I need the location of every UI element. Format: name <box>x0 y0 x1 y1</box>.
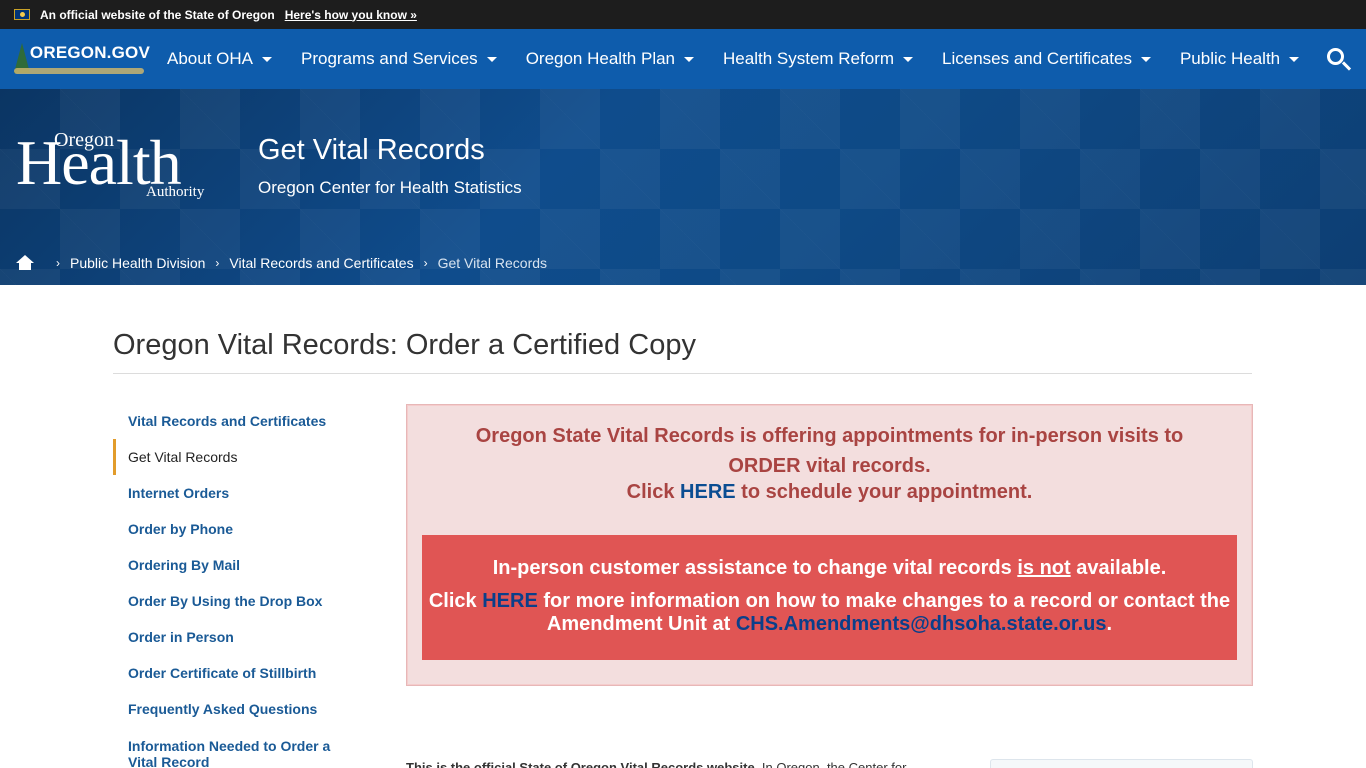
breadcrumb-current: Get Vital Records <box>437 255 548 271</box>
chevron-right-icon: › <box>215 256 220 270</box>
hero-subtitle: Oregon Center for Health Statistics <box>258 178 522 197</box>
sidebar-item-drop-box[interactable]: Order By Using the Drop Box <box>113 583 363 619</box>
nav-oregon-health-plan[interactable]: Oregon Health Plan <box>509 29 706 89</box>
search-button[interactable] <box>1311 29 1366 89</box>
intro-rest: In Oregon, the Center for <box>758 760 907 768</box>
hero-title: Get Vital Records <box>258 134 485 166</box>
official-banner: An official website of the State of Oreg… <box>0 0 1366 29</box>
alert-text: . <box>1106 613 1113 635</box>
heres-how-you-know-link[interactable]: Here's how you know » <box>285 8 417 22</box>
intro-bold: This is the official State of Oregon Vit… <box>406 760 759 768</box>
caret-down-icon <box>903 56 914 62</box>
schedule-appointment-link[interactable]: HERE <box>680 481 736 503</box>
nav-label: Health System Reform <box>723 49 895 68</box>
breadcrumb-vital-records-certificates[interactable]: Vital Records and Certificates <box>229 255 413 271</box>
alert-text: Click <box>626 481 681 503</box>
alert-text: Click <box>428 590 483 612</box>
official-text: An official website of the State of Oreg… <box>40 7 275 22</box>
sidebar-item-get-vital-records[interactable]: Get Vital Records <box>113 439 363 475</box>
amendment-line-2: Click HERE for more information on how t… <box>422 590 1237 636</box>
alert-line-1: Oregon State Vital Records is offering a… <box>475 425 1184 477</box>
sidebar-item-order-by-phone[interactable]: Order by Phone <box>113 511 363 547</box>
main-content: Oregon Vital Records: Order a Certified … <box>0 285 1366 768</box>
sidebar-item-order-in-person[interactable]: Order in Person <box>113 619 363 655</box>
amendment-info-link[interactable]: HERE <box>482 590 538 612</box>
side-info-box <box>990 759 1253 768</box>
title-divider <box>113 373 1252 374</box>
chevron-right-icon: › <box>56 256 60 270</box>
search-icon <box>1327 47 1345 65</box>
nav-health-system-reform[interactable]: Health System Reform <box>706 29 925 89</box>
side-navigation: Vital Records and Certificates Get Vital… <box>113 403 363 768</box>
nav-menu: About OHA Programs and Services Oregon H… <box>150 29 1311 89</box>
main-nav: OREGON.GOV About OHA Programs and Servic… <box>0 29 1366 89</box>
logo-wave-icon <box>14 68 144 74</box>
nav-about-oha[interactable]: About OHA <box>150 29 284 89</box>
sidebar-item-internet-orders[interactable]: Internet Orders <box>113 475 363 511</box>
amendment-email-link[interactable]: CHS.Amendments@dhsoha.state.or.us <box>736 613 1107 635</box>
alert-text: available. <box>1070 557 1167 579</box>
nav-label: Oregon Health Plan <box>525 49 676 68</box>
sidebar-item-information-needed[interactable]: Information Needed to Order a Vital Reco… <box>113 727 333 768</box>
caret-down-icon <box>486 56 497 62</box>
sidebar-item-vital-records-certificates[interactable]: Vital Records and Certificates <box>113 403 363 439</box>
intro-paragraph: This is the official State of Oregon Vit… <box>406 760 956 768</box>
page-hero: Oregon Health Authority Get Vital Record… <box>0 89 1366 285</box>
nav-public-health[interactable]: Public Health <box>1163 29 1311 89</box>
sidebar-item-faq[interactable]: Frequently Asked Questions <box>113 691 363 727</box>
caret-down-icon <box>1289 56 1300 62</box>
caret-down-icon <box>684 56 695 62</box>
nav-label: Programs and Services <box>301 49 478 68</box>
oha-logo[interactable]: Oregon Health Authority <box>16 129 216 204</box>
caret-down-icon <box>1140 56 1151 62</box>
nav-label: About OHA <box>167 49 253 68</box>
page-title: Oregon Vital Records: Order a Certified … <box>113 329 696 361</box>
nav-label: Public Health <box>1179 49 1281 68</box>
appointment-alert: Oregon State Vital Records is offering a… <box>406 404 1253 686</box>
alert-emphasis: is not <box>1017 557 1071 579</box>
home-icon[interactable] <box>16 255 34 271</box>
amendment-alert: In-person customer assistance to change … <box>422 535 1237 660</box>
breadcrumb: › Public Health Division › Vital Records… <box>16 255 547 271</box>
chevron-right-icon: › <box>423 256 428 270</box>
caret-down-icon <box>262 56 272 62</box>
sidebar-item-stillbirth[interactable]: Order Certificate of Stillbirth <box>113 655 363 691</box>
alert-line-2: Click HERE to schedule your appointment. <box>407 481 1252 504</box>
logo-authority-text: Authority <box>146 184 205 200</box>
oregon-gov-wordmark: OREGON.GOV <box>29 43 150 62</box>
alert-text: to schedule your appointment. <box>735 481 1033 503</box>
amendment-line-1: In-person customer assistance to change … <box>422 557 1237 580</box>
nav-licenses-certificates[interactable]: Licenses and Certificates <box>925 29 1163 89</box>
oregon-gov-logo[interactable]: OREGON.GOV <box>0 29 150 89</box>
sidebar-item-ordering-by-mail[interactable]: Ordering By Mail <box>113 547 363 583</box>
alert-text: In-person customer assistance to change … <box>492 557 1018 579</box>
nav-programs-services[interactable]: Programs and Services <box>284 29 509 89</box>
breadcrumb-public-health-division[interactable]: Public Health Division <box>70 255 205 271</box>
nav-label: Licenses and Certificates <box>942 49 1132 68</box>
oregon-flag-icon <box>14 9 30 20</box>
